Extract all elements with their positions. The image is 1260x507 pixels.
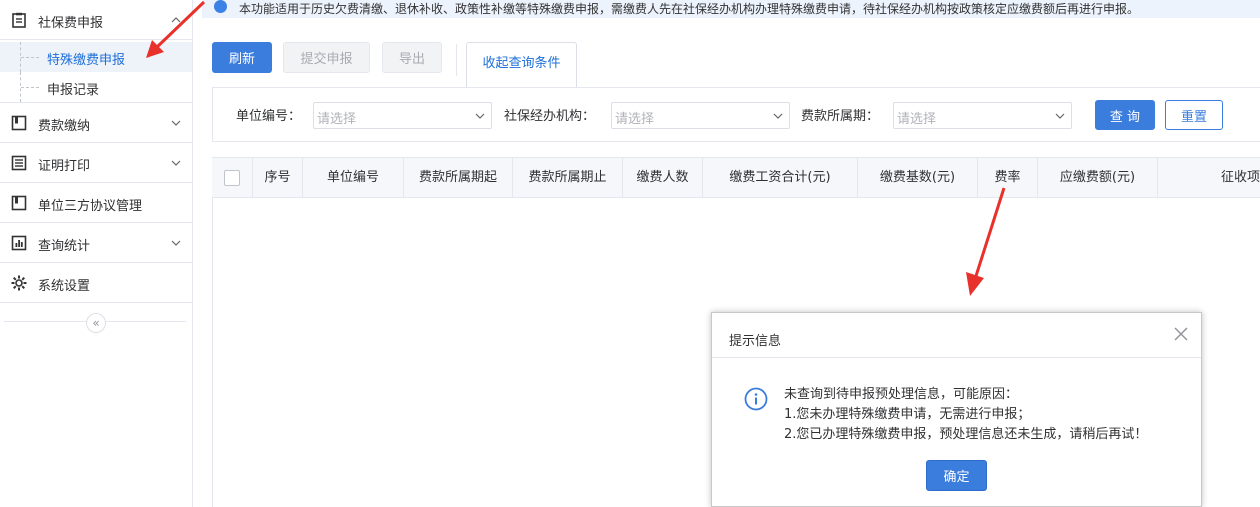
double-chevron-left-icon: « <box>92 316 100 330</box>
select-placeholder: 请选择 <box>897 112 937 127</box>
annotation-arrow-icon <box>146 0 206 58</box>
dialog-message-line: 2.您已办理特殊缴费申报，预处理信息还未生成，请稍后再试！ <box>784 427 1148 442</box>
unit-code-label: 单位编号： <box>236 109 302 124</box>
notice-text: 本功能适用于历史欠费清缴、退休补收、政策性补缴等特殊缴费申报，需缴费人先在社保经… <box>239 2 1140 16</box>
chevron-down-icon <box>171 160 181 166</box>
period-label: 费款所属期： <box>801 109 880 124</box>
confirm-button[interactable]: 确定 <box>926 460 987 491</box>
list-icon <box>11 155 27 171</box>
sidebar-item-label: 单位三方协议管理 <box>38 199 143 214</box>
table-header-select-cell <box>212 158 253 198</box>
sidebar-item-tripartite-agreement[interactable]: 单位三方协议管理 <box>0 183 192 223</box>
column-header: 缴费工资合计(元) <box>703 158 858 198</box>
sidebar-item-label: 社保费申报 <box>38 16 104 31</box>
select-placeholder: 请选择 <box>615 112 655 127</box>
sidebar-item-system-settings[interactable]: 系统设置 <box>0 263 192 303</box>
annotation-arrow-icon <box>966 187 1006 296</box>
column-header: 缴费人数 <box>623 158 703 198</box>
chevron-down-icon <box>171 120 181 126</box>
column-header: 征收项 <box>1220 170 1260 185</box>
sidebar-item-query-statistics[interactable]: 查询统计 <box>0 223 192 263</box>
table-header: 序号 单位编号 费款所属期起 费款所属期止 缴费人数 缴费工资合计(元) 缴费基… <box>212 157 1260 198</box>
dialog-title: 提示信息 <box>729 334 782 349</box>
column-header: 费款所属期起 <box>404 158 513 198</box>
query-button[interactable]: 查 询 <box>1095 100 1155 130</box>
dialog-message-line: 1.您未办理特殊缴费申请，无需进行申报； <box>784 407 1031 422</box>
sidebar-item-certificate-print[interactable]: 证明打印 <box>0 143 192 183</box>
chevron-down-icon <box>171 240 181 246</box>
submit-declaration-button[interactable]: 提交申报 <box>283 42 370 73</box>
sidebar-item-fee-payment[interactable]: 费款缴纳 <box>0 103 192 143</box>
sidebar-item-label: 证明打印 <box>38 159 91 174</box>
column-header: 单位编号 <box>303 158 404 198</box>
filter-panel: 单位编号： 请选择 社保经办机构： 请选择 费款所属期： 请选择 查 询 重置 <box>212 87 1260 142</box>
refresh-button[interactable]: 刷新 <box>212 42 272 73</box>
info-notice: 本功能适用于历史欠费清缴、退休补收、政策性补缴等特殊缴费申报，需缴费人先在社保经… <box>202 0 1260 18</box>
close-icon[interactable] <box>1174 327 1188 341</box>
chevron-down-icon <box>773 113 783 119</box>
sidebar-item-label: 系统设置 <box>38 279 91 294</box>
sidebar-subitem-label: 特殊缴费申报 <box>47 53 126 68</box>
form-icon <box>12 12 26 28</box>
column-header: 序号 <box>253 158 303 198</box>
info-dialog: 提示信息 未查询到待申报预处理信息，可能原因： 1.您未办理特殊缴费申请，无需进… <box>711 312 1202 507</box>
reset-button[interactable]: 重置 <box>1165 100 1223 130</box>
collapse-sidebar-button[interactable]: « <box>86 313 106 333</box>
dialog-divider <box>712 357 1201 358</box>
dialog-message-line: 未查询到待申报预处理信息，可能原因： <box>784 387 1019 402</box>
tab-collapse-query-conditions[interactable]: 收起查询条件 <box>466 42 577 88</box>
period-select[interactable]: 请选择 <box>893 102 1072 129</box>
select-placeholder: 请选择 <box>317 112 357 127</box>
column-header: 缴费基数(元) <box>858 158 978 198</box>
export-button[interactable]: 导出 <box>382 42 442 73</box>
agency-label: 社保经办机构： <box>504 109 596 124</box>
select-all-checkbox[interactable] <box>224 170 240 186</box>
book-icon <box>11 195 27 211</box>
dialog-message: 未查询到待申报预处理信息，可能原因： 1.您未办理特殊缴费申请，无需进行申报； … <box>784 385 1147 445</box>
info-icon <box>744 387 768 411</box>
chevron-down-icon <box>1055 113 1065 119</box>
sidebar-item-label: 查询统计 <box>38 239 91 254</box>
book-icon <box>11 115 27 131</box>
chevron-down-icon <box>475 113 485 119</box>
gear-icon <box>11 275 27 291</box>
column-header: 应缴费额(元) <box>1038 158 1158 198</box>
sidebar: 社保费申报 特殊缴费申报 申报记录 费款缴纳 证明打印 单位三方协议管理 查询统… <box>0 0 193 507</box>
toolbar-divider <box>456 44 457 76</box>
sidebar-subitem-declaration-records[interactable]: 申报记录 <box>0 72 192 103</box>
sidebar-subitem-label: 申报记录 <box>47 83 100 98</box>
sidebar-item-label: 费款缴纳 <box>38 119 91 134</box>
unit-code-select[interactable]: 请选择 <box>313 102 492 129</box>
bar-chart-icon <box>11 235 27 251</box>
column-header: 费款所属期止 <box>513 158 623 198</box>
agency-select[interactable]: 请选择 <box>611 102 790 129</box>
info-icon <box>214 0 227 13</box>
